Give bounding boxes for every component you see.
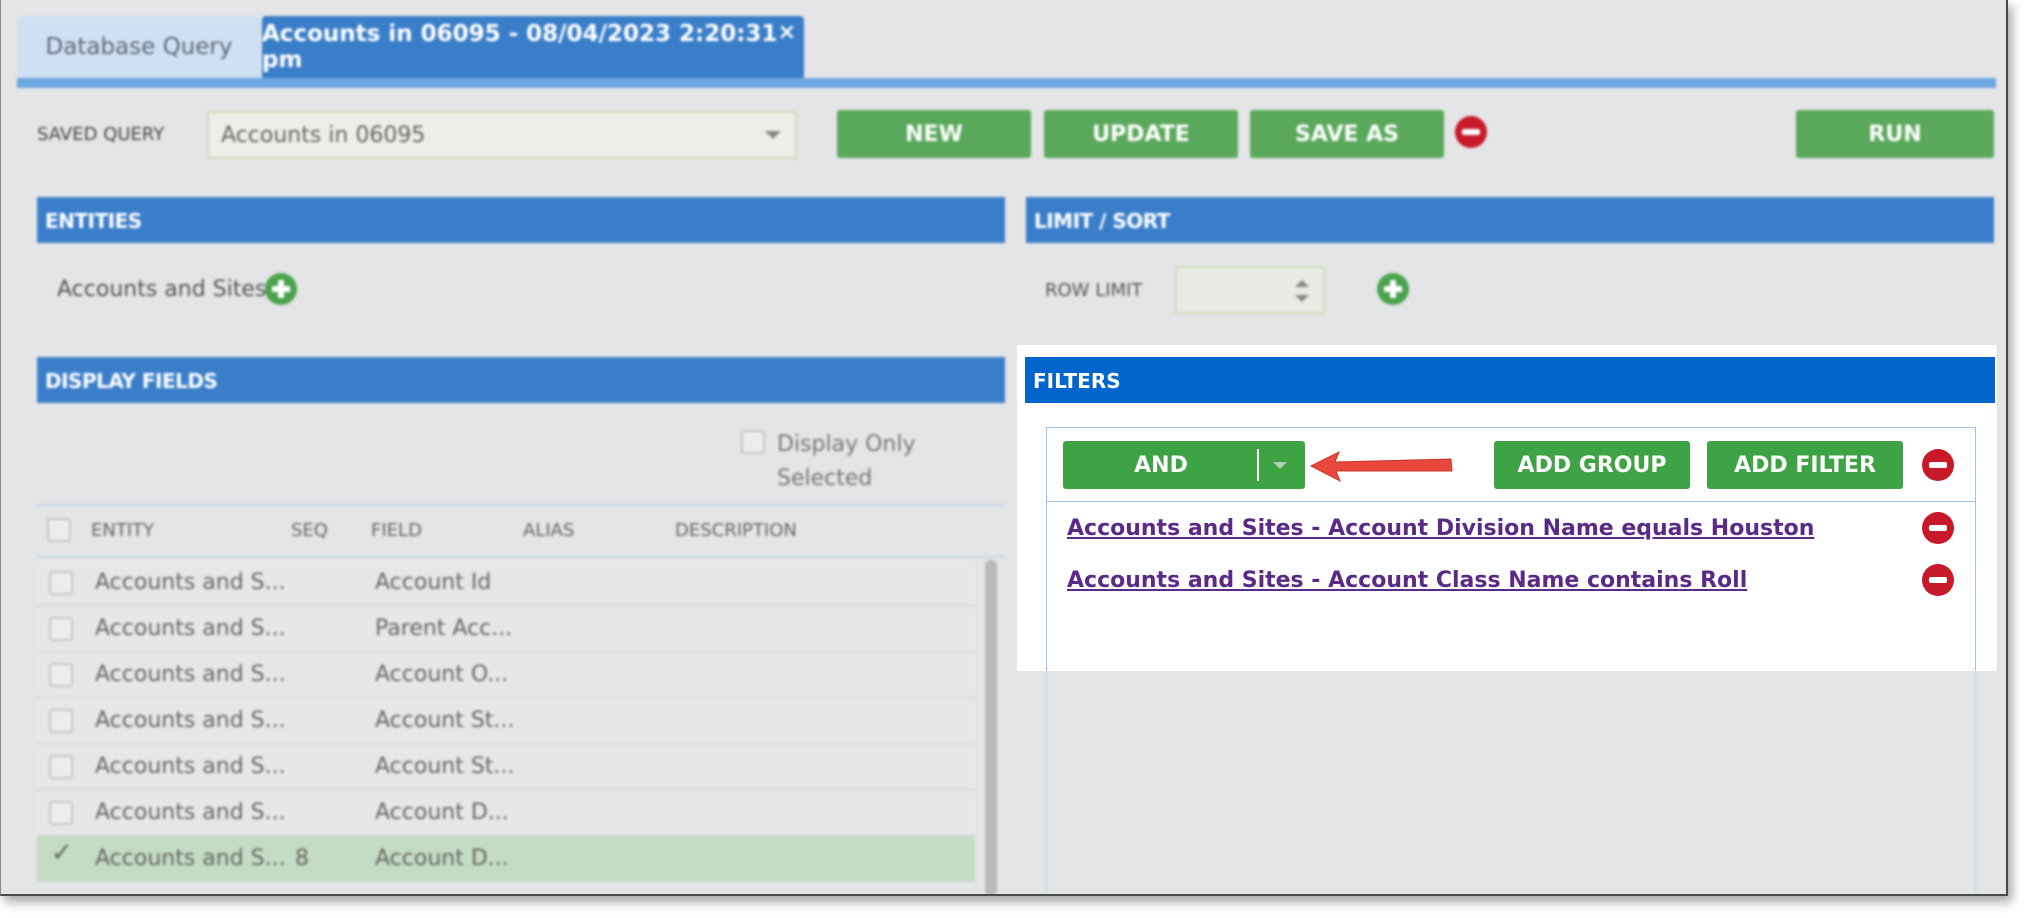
row-checkbox[interactable] [49,755,73,779]
add-entity-icon[interactable] [265,273,297,305]
checkmark-icon[interactable]: ✓ [51,838,73,868]
add-group-button[interactable]: ADD GROUP [1494,441,1690,489]
row-checkbox[interactable] [49,663,73,687]
app-window: Database Query Accounts in 06095 - 08/04… [0,0,2008,896]
filters-box: AND ADD GROUP ADD FILTER Accounts and Si… [1046,427,1976,671]
filters-toolbar: AND ADD GROUP ADD FILTER [1047,428,1975,502]
close-icon[interactable]: × [778,20,796,45]
table-divider-bottom [37,556,1005,558]
column-header-alias[interactable]: ALIAS [523,520,574,541]
cell-field: Account Id [375,570,492,595]
update-button[interactable]: UPDATE [1044,110,1238,158]
cell-entity: Accounts and S... [95,662,286,687]
delete-query-icon[interactable] [1455,116,1487,148]
column-header-field[interactable]: FIELD [371,520,422,541]
cell-field: Account D... [375,846,509,871]
row-limit-input[interactable] [1175,266,1325,314]
cell-field: Account St... [375,708,515,733]
cell-seq: 8 [295,846,309,871]
annotation-arrow-icon [1309,450,1453,483]
filters-box-lower [1046,671,1976,894]
remove-filter-icon[interactable] [1922,564,1954,596]
spin-down-icon[interactable] [1295,295,1309,302]
table-row-selected[interactable]: ✓ Accounts and S... 8 Account D... [37,836,975,882]
operator-dropdown[interactable]: AND [1063,441,1305,489]
dropdown-separator [1257,449,1259,481]
add-filter-button[interactable]: ADD FILTER [1707,441,1903,489]
cell-field: Parent Acc... [375,616,513,641]
row-limit-label: ROW LIMIT [1045,280,1143,301]
table-row[interactable]: Accounts and S... Account St... [37,698,975,744]
tab-active-query-label: Accounts in 06095 - 08/04/2023 2:20:31 p… [262,21,778,73]
table-divider-top [37,504,1005,506]
saved-query-select[interactable]: Accounts in 06095 [207,111,797,159]
operator-label: AND [1134,453,1188,478]
cell-field: Account St... [375,754,515,779]
display-only-selected-label: Display Only Selected [777,428,915,496]
remove-group-icon[interactable] [1922,449,1954,481]
column-header-description[interactable]: DESCRIPTION [675,520,797,541]
column-header-seq[interactable]: SEQ [291,520,328,541]
select-all-checkbox[interactable] [47,518,71,542]
row-checkbox[interactable] [49,617,73,641]
tab-bar: Database Query Accounts in 06095 - 08/04… [1,0,2006,90]
cell-field: Account O... [375,662,509,687]
new-button[interactable]: NEW [837,110,1031,158]
entity-item: Accounts and Sites [57,277,267,302]
table-row[interactable]: Accounts and S... Account D... [37,790,975,836]
saved-query-label: SAVED QUERY [37,124,165,145]
entities-header: ENTITIES [37,197,1005,243]
filter-item-link[interactable]: Accounts and Sites - Account Division Na… [1067,516,1814,541]
table-row[interactable]: Accounts and S... Account Id [37,560,975,606]
saved-query-value: Accounts in 06095 [221,123,426,148]
spin-up-icon[interactable] [1295,280,1309,287]
cell-entity: Accounts and S... [95,708,286,733]
cell-entity: Accounts and S... [95,616,286,641]
table-scrollbar[interactable] [985,560,997,894]
row-checkbox[interactable] [49,709,73,733]
chevron-down-icon [765,131,781,139]
row-checkbox[interactable] [49,801,73,825]
table-row[interactable]: Accounts and S... Account St... [37,744,975,790]
cell-entity: Accounts and S... [95,754,286,779]
table-row[interactable]: Accounts and S... Account O... [37,652,975,698]
cell-entity: Accounts and S... [95,570,286,595]
row-checkbox[interactable] [49,571,73,595]
display-fields-header: DISPLAY FIELDS [37,357,1005,403]
display-only-line1: Display Only [777,432,916,457]
save-as-button[interactable]: SAVE AS [1250,110,1444,158]
remove-filter-icon[interactable] [1922,512,1954,544]
filters-header: FILTERS [1025,357,1995,403]
run-button[interactable]: RUN [1796,110,1994,158]
tab-active-query[interactable]: Accounts in 06095 - 08/04/2023 2:20:31 p… [262,16,804,78]
filter-item-link[interactable]: Accounts and Sites - Account Class Name … [1067,568,1747,593]
cell-entity: Accounts and S... [95,800,286,825]
table-row[interactable]: Accounts and S... Parent Acc... [37,606,975,652]
cell-entity: Accounts and S... [95,846,286,871]
tab-database-query[interactable]: Database Query [17,16,261,78]
tab-database-query-label: Database Query [45,34,233,60]
filters-panel: FILTERS AND ADD GROUP ADD FILTER Account… [1017,345,1997,671]
display-only-selected-checkbox[interactable] [741,430,765,454]
display-only-line2: Selected [777,466,873,491]
column-header-entity[interactable]: ENTITY [91,520,154,541]
tab-underline [17,78,1996,88]
cell-field: Account D... [375,800,509,825]
add-sort-icon[interactable] [1377,273,1409,305]
chevron-down-icon[interactable] [1273,462,1287,469]
limit-sort-header: LIMIT / SORT [1026,197,1994,243]
